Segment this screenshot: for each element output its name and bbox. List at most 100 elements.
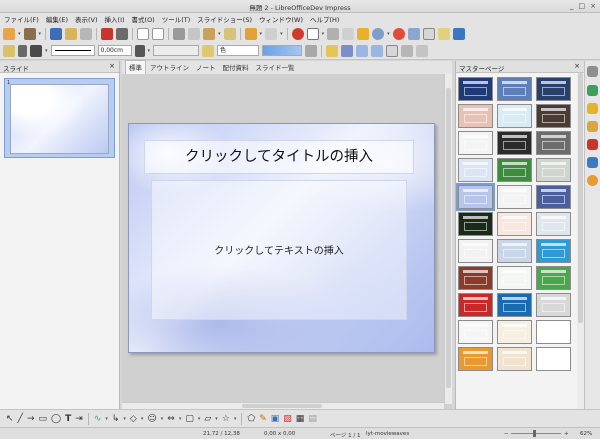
fill-type-select[interactable]: 色 <box>217 45 260 56</box>
styles-deck-icon[interactable] <box>587 139 598 150</box>
master-page-thumbnail[interactable] <box>458 320 493 344</box>
print-icon[interactable] <box>116 27 129 40</box>
close-window-button[interactable]: × <box>590 2 596 10</box>
block-arrows-dropdown-icon[interactable]: ▾ <box>179 416 182 422</box>
line-color-dropdown-icon[interactable]: ▾ <box>148 48 151 54</box>
body-placeholder[interactable]: クリックしてテキストの挿入 <box>151 180 407 320</box>
zoom-dropdown-icon[interactable]: ▾ <box>387 31 390 37</box>
master-page-thumbnail[interactable] <box>536 131 571 155</box>
master-pages-scrollbar[interactable] <box>577 73 584 409</box>
text-tool-icon[interactable]: T <box>65 414 71 424</box>
insert-video-icon[interactable]: ▦ <box>296 414 305 424</box>
template-dropdown-icon[interactable]: ▾ <box>39 31 42 37</box>
master-page-thumbnail[interactable] <box>458 266 493 290</box>
slide-transition-deck-icon[interactable] <box>587 85 598 96</box>
master-page-thumbnail[interactable] <box>536 239 571 263</box>
undo-dropdown-icon[interactable]: ▾ <box>260 31 263 37</box>
shadow-icon[interactable] <box>305 44 318 57</box>
master-page-thumbnail[interactable] <box>497 131 532 155</box>
template-icon[interactable] <box>23 27 36 40</box>
tab-notes[interactable]: ノート <box>193 61 219 74</box>
rotate-icon[interactable] <box>341 44 354 57</box>
grid-icon[interactable] <box>342 27 355 40</box>
master-page-thumbnail[interactable] <box>458 212 493 236</box>
presentation-icon[interactable] <box>452 27 465 40</box>
gallery-deck-icon[interactable] <box>587 157 598 168</box>
horizontal-scrollbar[interactable] <box>122 402 444 409</box>
help-icon[interactable] <box>392 27 405 40</box>
tab-outline[interactable]: アウトライン <box>147 61 192 74</box>
position-size-icon[interactable] <box>326 44 339 57</box>
close-icon[interactable]: × <box>574 62 580 70</box>
line-color-icon[interactable] <box>134 44 145 57</box>
master-page-thumbnail[interactable] <box>536 347 571 371</box>
master-page-thumbnail[interactable] <box>458 293 493 317</box>
slideshow-current-icon[interactable] <box>422 27 435 40</box>
block-arrows-icon[interactable]: ⇔ <box>167 414 175 424</box>
zoom-slider-knob[interactable] <box>533 430 536 437</box>
master-page-thumbnail[interactable] <box>536 320 571 344</box>
master-page-thumbnail[interactable] <box>497 347 532 371</box>
zoom-out-button[interactable]: − <box>504 431 509 437</box>
tab-normal[interactable]: 標準 <box>125 60 146 74</box>
fill-color-select[interactable] <box>262 45 303 56</box>
master-slides-deck-icon[interactable] <box>587 121 598 132</box>
properties-deck-icon[interactable] <box>587 66 598 77</box>
master-page-thumbnail[interactable] <box>497 77 532 101</box>
slide-thumbnail-selected[interactable]: 1 <box>4 78 115 158</box>
menu-view[interactable]: 表示(V) <box>75 14 98 24</box>
select-pointer-icon[interactable]: ↖ <box>6 414 14 424</box>
zoom-slider-track[interactable] <box>511 433 561 434</box>
master-page-thumbnail[interactable] <box>458 347 493 371</box>
navigator-deck-icon[interactable] <box>587 175 598 186</box>
styles-icon[interactable] <box>3 44 15 57</box>
maximize-button[interactable]: □ <box>579 2 586 10</box>
vertical-scrollbar[interactable] <box>444 74 452 404</box>
paste-icon[interactable] <box>203 27 216 40</box>
menu-tools[interactable]: ツール(T) <box>162 14 191 24</box>
master-page-thumbnail[interactable] <box>456 183 495 211</box>
menu-file[interactable]: ファイル(F) <box>4 14 39 24</box>
master-page-thumbnail[interactable] <box>458 104 493 128</box>
master-page-thumbnail[interactable] <box>458 131 493 155</box>
navigator-icon[interactable] <box>357 27 370 40</box>
master-page-thumbnail[interactable] <box>536 158 571 182</box>
master-page-thumbnail[interactable] <box>458 77 493 101</box>
minimize-button[interactable]: _ <box>570 2 574 10</box>
master-page-thumbnail[interactable] <box>536 293 571 317</box>
menu-edit[interactable]: 編集(E) <box>46 14 68 24</box>
arrow-dropdown-icon[interactable]: ▾ <box>45 48 48 54</box>
line-icon[interactable] <box>18 44 27 57</box>
curve-dropdown-icon[interactable]: ▾ <box>105 416 108 422</box>
slideshow-icon[interactable] <box>407 27 420 40</box>
rectangle-tool-icon[interactable]: ▭ <box>39 414 48 424</box>
redo-dropdown-icon[interactable]: ▾ <box>280 31 283 37</box>
menu-insert[interactable]: 挿入(I) <box>105 14 125 24</box>
master-page-thumbnail[interactable] <box>497 239 532 263</box>
slide-canvas[interactable]: クリックしてタイトルの挿入 クリックしてテキストの挿入 <box>128 123 435 353</box>
master-page-thumbnail[interactable] <box>497 212 532 236</box>
master-pages-scroll-thumb[interactable] <box>578 73 583 323</box>
menu-help[interactable]: ヘルプ(H) <box>310 14 339 24</box>
master-page-thumbnail[interactable] <box>497 293 532 317</box>
extrusion-icon[interactable]: ▤ <box>308 414 317 424</box>
align-icon[interactable] <box>401 44 414 57</box>
animation-deck-icon[interactable] <box>587 103 598 114</box>
master-page-thumbnail[interactable] <box>536 212 571 236</box>
clone-format-icon[interactable] <box>223 27 236 40</box>
symbol-shapes-dropdown-icon[interactable]: ▾ <box>161 416 164 422</box>
redo-icon[interactable] <box>265 27 278 40</box>
undo-icon[interactable] <box>244 27 257 40</box>
callouts-icon[interactable]: ▱ <box>204 414 211 424</box>
stars-icon[interactable]: ☆ <box>222 414 230 424</box>
tab-slide-sorter[interactable]: スライド一覧 <box>253 61 298 74</box>
callouts-dropdown-icon[interactable]: ▾ <box>215 416 218 422</box>
paste-dropdown-icon[interactable]: ▾ <box>218 31 221 37</box>
fontwork-icon[interactable]: ▣ <box>271 414 280 424</box>
tab-handout[interactable]: 配付資料 <box>220 61 252 74</box>
master-page-thumbnail[interactable] <box>458 158 493 182</box>
send-back-icon[interactable] <box>371 44 384 57</box>
master-page-thumbnail[interactable] <box>497 320 532 344</box>
chart-icon[interactable] <box>291 27 304 40</box>
spellcheck-icon[interactable] <box>137 27 150 40</box>
